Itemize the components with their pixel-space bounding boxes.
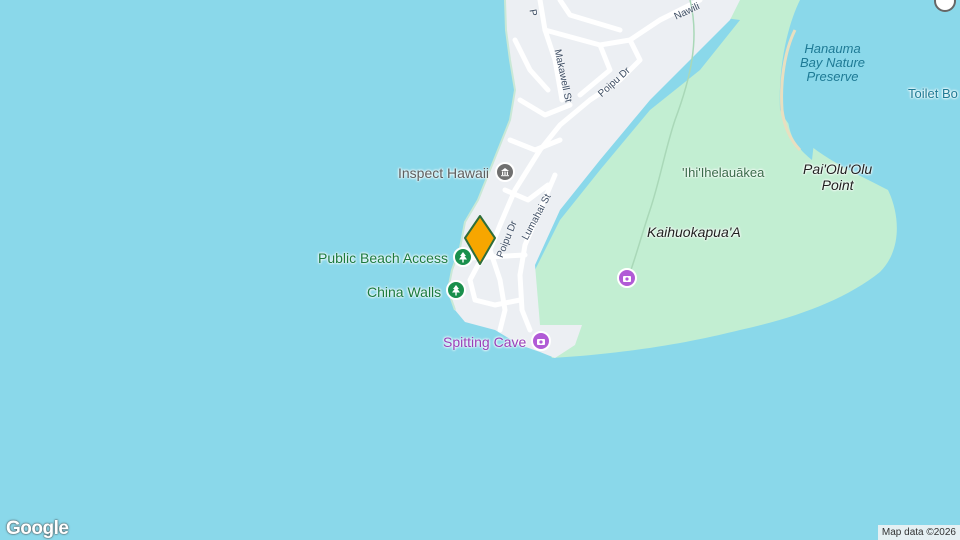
spitting-cave-label[interactable]: Spitting Cave: [443, 334, 526, 350]
paiolu-point-label: Pai'Olu'Olu Point: [803, 161, 872, 193]
paiolu-line2: Point: [821, 177, 854, 193]
park-tree-icon[interactable]: [446, 280, 466, 300]
kaihuokapua-label: Kaihuokapua'A: [647, 224, 741, 240]
camera-icon[interactable]: [617, 268, 637, 288]
map-attribution[interactable]: Map data ©2026: [877, 525, 960, 540]
hanauma-line2: Bay Nature: [800, 55, 866, 70]
camera-icon[interactable]: [531, 331, 551, 351]
hanauma-bay-label: Hanauma Bay Nature Preserve: [800, 42, 865, 84]
street-label-p: P: [526, 8, 539, 18]
map-canvas[interactable]: Hanauma Bay Nature Preserve Toilet Bo 'I…: [0, 0, 960, 540]
toilet-label[interactable]: Toilet Bo: [908, 86, 958, 102]
location-marker-icon[interactable]: [462, 214, 498, 266]
museum-icon[interactable]: [495, 162, 515, 182]
inspect-hawaii-label[interactable]: Inspect Hawaii: [398, 165, 489, 181]
china-walls-label[interactable]: China Walls: [367, 284, 441, 300]
paiolu-line1: Pai'Olu'Olu: [803, 161, 873, 177]
hanauma-line1: Hanauma: [804, 41, 861, 56]
google-logo[interactable]: Google: [6, 518, 69, 540]
ihi-area-label: 'Ihi'Ihelauākea: [682, 165, 765, 180]
hanauma-line3: Preserve: [806, 69, 859, 84]
public-beach-access-label[interactable]: Public Beach Access: [318, 250, 448, 266]
